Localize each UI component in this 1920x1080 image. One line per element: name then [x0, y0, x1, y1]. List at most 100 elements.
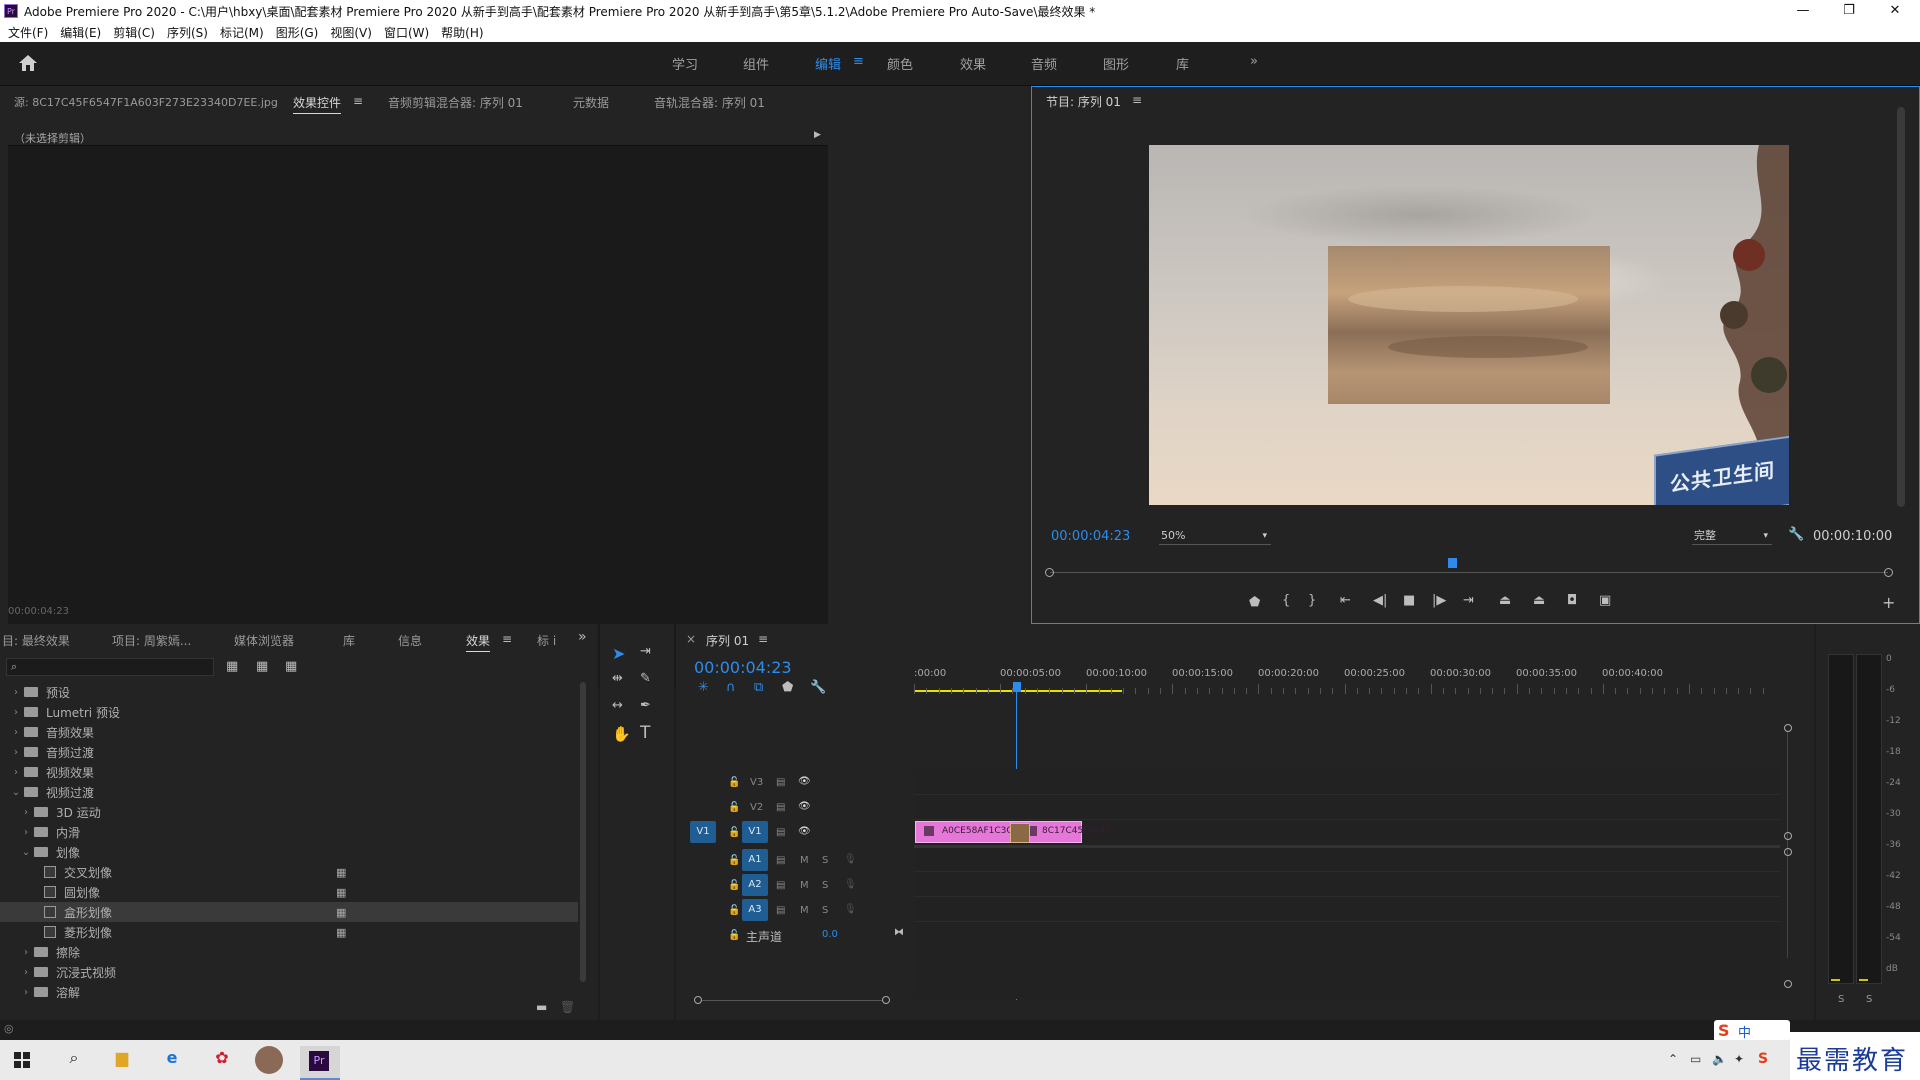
track-target-a3[interactable]: A3	[742, 899, 768, 921]
hand-tool-icon[interactable]: ✋	[612, 725, 631, 743]
tab-audio-clip-mixer[interactable]: 音频剪辑混合器: 序列 01	[388, 94, 523, 111]
tab-info[interactable]: 信息	[398, 632, 422, 649]
menu-marker[interactable]: 标记(M)	[220, 24, 264, 41]
ime-mode[interactable]: 中	[1738, 1022, 1751, 1041]
workspace-color[interactable]: 颜色	[887, 54, 913, 73]
menu-graphics[interactable]: 图形(G)	[276, 24, 319, 41]
sync-lock-icon[interactable]: ▤	[776, 777, 785, 788]
eye-icon[interactable]: 👁	[798, 826, 811, 837]
32bit-effects-icon[interactable]: ▦	[256, 659, 268, 674]
sync-lock-icon[interactable]: ▤	[776, 855, 785, 866]
lock-icon[interactable]: 🔓	[728, 777, 740, 788]
lock-icon[interactable]: 🔓	[728, 905, 740, 916]
chevron-right-icon[interactable]: ›	[18, 827, 34, 838]
effects-folder[interactable]: › 擦除	[0, 942, 578, 962]
network-icon[interactable]: ▭	[1690, 1052, 1701, 1066]
microphone-icon[interactable]: 🎙	[844, 854, 857, 865]
vertical-zoom-handle[interactable]	[1784, 980, 1792, 988]
effects-search-input[interactable]: ⌕	[6, 658, 214, 676]
vertical-zoom-handle[interactable]	[1784, 724, 1792, 732]
chevron-right-icon[interactable]: ›	[8, 707, 24, 718]
sync-lock-icon[interactable]: ▤	[776, 880, 785, 891]
eye-icon[interactable]: 👁	[798, 801, 811, 812]
workspace-learn[interactable]: 学习	[672, 54, 698, 73]
lock-icon[interactable]: 🔓	[728, 827, 740, 838]
yuv-effects-icon[interactable]: ▦	[285, 659, 297, 674]
more-tabs-icon[interactable]: »	[578, 629, 587, 645]
go-to-end-icon[interactable]: ⧓	[894, 927, 904, 938]
workspace-assembly[interactable]: 组件	[743, 54, 769, 73]
track-target-v1[interactable]: V1	[742, 821, 768, 843]
pen-tool-icon[interactable]: ✒	[640, 698, 651, 713]
quality-select[interactable]: 完整 ▾	[1692, 527, 1772, 545]
workspace-editing[interactable]: 编辑	[815, 54, 841, 73]
program-menu-icon[interactable]: ≡	[1132, 93, 1142, 107]
premiere-taskbar-button[interactable]: Pr	[300, 1046, 340, 1080]
ripple-edit-tool-icon[interactable]: ⇹	[612, 671, 623, 686]
effects-item[interactable]: 交叉划像 ▦	[0, 862, 578, 882]
step-back-icon[interactable]: ◀|	[1373, 593, 1387, 608]
minimize-button[interactable]: —	[1780, 0, 1826, 22]
source-patch-v1[interactable]: V1	[690, 821, 716, 843]
ime-toolbar[interactable]: S 中	[1714, 1020, 1790, 1042]
lock-icon[interactable]: 🔓	[728, 930, 740, 941]
horizontal-zoom-handle[interactable]	[694, 996, 702, 1004]
microphone-icon[interactable]: 🎙	[844, 879, 857, 890]
track-select-tool-icon[interactable]: ⇥	[640, 644, 651, 659]
tab-source[interactable]: 源: 8C17C45F6547F1A603F273E23340D7EE.jpg	[14, 94, 278, 110]
vertical-zoom-handle[interactable]	[1784, 832, 1792, 840]
mark-in-icon[interactable]: {	[1282, 593, 1290, 608]
go-to-in-icon[interactable]: ⇤	[1340, 593, 1351, 608]
track-target-a2[interactable]: A2	[742, 874, 768, 896]
volume-icon[interactable]: 🔈	[1712, 1052, 1727, 1066]
step-forward-icon[interactable]: |▶	[1432, 593, 1446, 608]
program-scrub-bar[interactable]	[1045, 558, 1893, 580]
home-icon[interactable]	[18, 54, 38, 72]
microphone-icon[interactable]: 🎙	[844, 904, 857, 915]
chevron-right-icon[interactable]: ›	[8, 687, 24, 698]
effects-folder[interactable]: › 视频效果	[0, 762, 578, 782]
stop-icon[interactable]: ■	[1403, 593, 1415, 608]
workspace-effects[interactable]: 效果	[960, 54, 986, 73]
effects-folder[interactable]: ⌄ 视频过渡	[0, 782, 578, 802]
compare-view-icon[interactable]: ▣	[1599, 593, 1611, 608]
close-button[interactable]: ✕	[1872, 0, 1918, 22]
file-explorer-icon[interactable]: ▆	[108, 1048, 136, 1072]
effects-folder[interactable]: › 溶解	[0, 982, 578, 1002]
chevron-down-icon[interactable]: ⌄	[18, 847, 34, 858]
zoom-select[interactable]: 50% ▾	[1159, 527, 1271, 545]
effects-folder[interactable]: ⌄ 划像	[0, 842, 578, 862]
tab-metadata[interactable]: 元数据	[573, 94, 609, 111]
add-button-icon[interactable]: +	[1882, 593, 1895, 612]
menu-file[interactable]: 文件(F)	[8, 24, 48, 41]
meter-solo-right[interactable]: S	[1866, 994, 1872, 1005]
tab-libraries[interactable]: 库	[343, 632, 355, 649]
effects-folder[interactable]: › 3D 运动	[0, 802, 578, 822]
effects-item[interactable]: 盒形划像 ▦	[0, 902, 578, 922]
restore-button[interactable]: ❐	[1826, 0, 1872, 22]
tab-markers[interactable]: 标 i	[537, 632, 556, 649]
sync-lock-icon[interactable]: ▤	[776, 802, 785, 813]
tray-app-icon[interactable]: ✦	[1734, 1052, 1744, 1066]
track-target-a1[interactable]: A1	[742, 849, 768, 871]
selection-tool-icon[interactable]: ➤	[612, 644, 625, 663]
wrench-icon[interactable]: 🔧	[1788, 527, 1804, 542]
menu-view[interactable]: 视图(V)	[330, 24, 372, 41]
chevron-down-icon[interactable]: ⌄	[8, 787, 24, 798]
scrub-end-handle[interactable]	[1884, 568, 1893, 577]
effects-folder[interactable]: › 沉浸式视频	[0, 962, 578, 982]
trash-icon[interactable]: 🗑	[560, 1000, 575, 1014]
tab-project[interactable]: 项目: 周紫嫣...	[112, 632, 191, 649]
slip-tool-icon[interactable]: ↔	[612, 698, 623, 713]
tab-media-browser[interactable]: 媒体浏览器	[234, 632, 294, 649]
accelerated-effects-icon[interactable]: ▦	[226, 659, 238, 674]
mute-button[interactable]: M	[800, 855, 809, 866]
workspace-audio[interactable]: 音频	[1031, 54, 1057, 73]
vertical-scrollbar[interactable]	[1897, 107, 1905, 507]
chevron-right-icon[interactable]: ›	[18, 807, 34, 818]
add-marker-icon[interactable]: ⬟	[782, 680, 793, 695]
workspace-menu-icon[interactable]: ≡	[853, 54, 864, 69]
horizontal-scroll-track[interactable]	[702, 1000, 882, 1001]
timeline-timecode[interactable]: 00:00:04:23	[694, 658, 792, 677]
panel-menu-icon[interactable]: ≡	[758, 632, 768, 646]
